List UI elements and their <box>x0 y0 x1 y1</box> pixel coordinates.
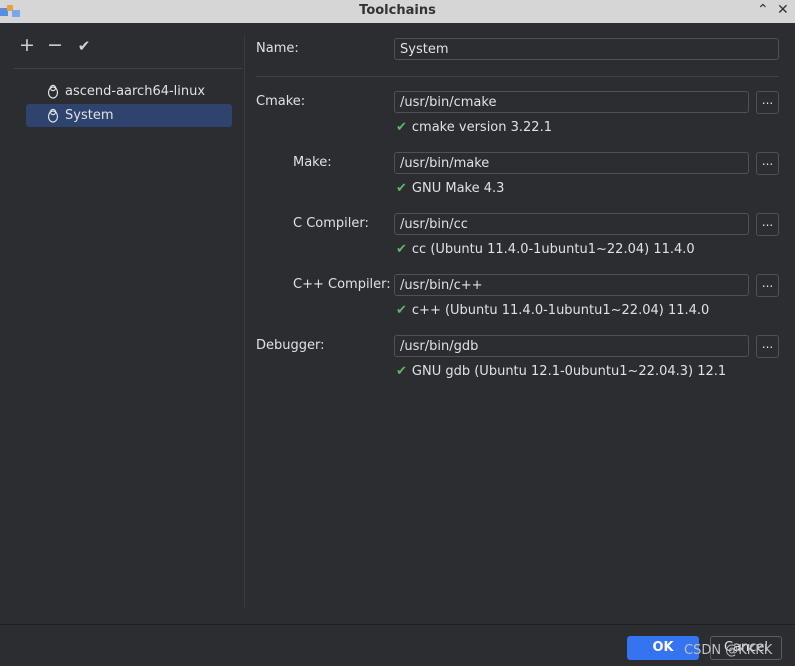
minus-icon[interactable]: − <box>46 34 64 56</box>
cpp-compiler-status: ✔ c++ (Ubuntu 11.4.0-1ubuntu1~22.04) 11.… <box>396 303 709 318</box>
name-label: Name: <box>256 41 299 56</box>
check-icon[interactable]: ✔ <box>75 37 93 57</box>
sidebar-divider <box>14 68 242 69</box>
minimize-icon[interactable]: ⌃ <box>757 2 769 18</box>
check-icon: ✔ <box>396 181 407 196</box>
footer-separator <box>0 624 795 625</box>
check-icon: ✔ <box>396 303 407 318</box>
toolchain-item-label: ascend-aarch64-linux <box>65 84 206 99</box>
make-path-field[interactable]: /usr/bin/make <box>394 152 749 174</box>
close-icon[interactable]: ✕ <box>777 2 789 18</box>
check-icon: ✔ <box>396 120 407 135</box>
linux-tux-icon <box>46 84 62 100</box>
make-label: Make: <box>293 155 332 170</box>
cmake-status-text: cmake version 3.22.1 <box>411 120 552 135</box>
cmake-label: Cmake: <box>256 94 306 109</box>
c-compiler-browse-button[interactable]: ... <box>756 213 779 236</box>
plus-icon[interactable]: + <box>18 34 36 56</box>
watermark-text: CSDN @KKKK <box>684 643 773 658</box>
panel-splitter[interactable] <box>244 35 245 607</box>
cpp-compiler-path-field[interactable]: /usr/bin/c++ <box>394 274 749 296</box>
linux-tux-icon <box>46 108 62 124</box>
cpp-compiler-label: C++ Compiler: <box>293 277 391 292</box>
form-separator <box>256 76 779 77</box>
debugger-label: Debugger: <box>256 338 325 353</box>
c-compiler-path-field[interactable]: /usr/bin/cc <box>394 213 749 235</box>
cmake-status: ✔ cmake version 3.22.1 <box>396 120 552 135</box>
name-field[interactable]: System <box>394 38 779 60</box>
check-icon: ✔ <box>396 242 407 257</box>
cpp-compiler-browse-button[interactable]: ... <box>756 274 779 297</box>
make-status-text: GNU Make 4.3 <box>411 181 505 196</box>
cpp-compiler-status-text: c++ (Ubuntu 11.4.0-1ubuntu1~22.04) 11.4.… <box>411 303 710 318</box>
debugger-status-text: GNU gdb (Ubuntu 12.1-0ubuntu1~22.04.3) 1… <box>411 364 727 379</box>
cmake-browse-button[interactable]: ... <box>756 91 779 114</box>
cmake-path-field[interactable]: /usr/bin/cmake <box>394 91 749 113</box>
c-compiler-status-text: cc (Ubuntu 11.4.0-1ubuntu1~22.04) 11.4.0 <box>411 242 695 257</box>
c-compiler-label: C Compiler: <box>293 216 369 231</box>
window-title: Toolchains <box>359 3 436 18</box>
toolchain-item-ascend-aarch64-linux[interactable]: ascend-aarch64-linux <box>26 80 232 103</box>
check-icon: ✔ <box>396 364 407 379</box>
toolchain-sidebar: + − ✔ ascend-aarch64-linux System <box>0 23 244 608</box>
make-status: ✔ GNU Make 4.3 <box>396 181 504 196</box>
debugger-path-field[interactable]: /usr/bin/gdb <box>394 335 749 357</box>
toolchain-item-system[interactable]: System <box>26 104 232 127</box>
make-browse-button[interactable]: ... <box>756 152 779 175</box>
toolchain-item-label: System <box>65 108 114 123</box>
debugger-status: ✔ GNU gdb (Ubuntu 12.1-0ubuntu1~22.04.3)… <box>396 364 726 379</box>
debugger-browse-button[interactable]: ... <box>756 335 779 358</box>
title-bar: Toolchains ⌃ ✕ <box>0 0 795 23</box>
c-compiler-status: ✔ cc (Ubuntu 11.4.0-1ubuntu1~22.04) 11.4… <box>396 242 695 257</box>
